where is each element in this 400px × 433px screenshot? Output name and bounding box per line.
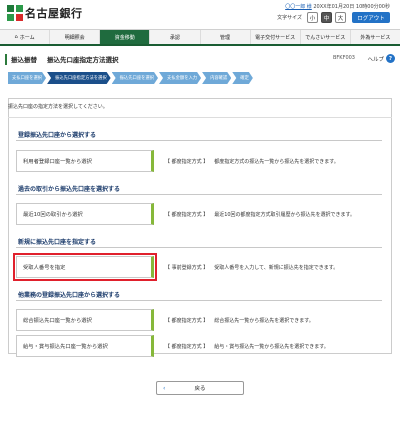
- font-size-medium-button[interactable]: 中: [321, 12, 332, 23]
- step-5: 内容確認: [202, 72, 231, 84]
- section-title-other-business: 他業務の登録振込先口座から選択する: [18, 292, 121, 299]
- font-size-large-button[interactable]: 大: [335, 12, 346, 23]
- page-title: 振込先口座指定方法選択: [47, 56, 119, 64]
- screen-id: BFKF003: [332, 55, 355, 61]
- nav-statements[interactable]: 明細照会: [50, 30, 101, 44]
- method-desc: 総合振込先一覧から振込先を選択できます。: [214, 318, 314, 324]
- bank-logo-icon: [7, 5, 23, 21]
- divider: [16, 140, 382, 141]
- divider: [16, 194, 382, 195]
- method-kind: 【 都度指定方式 】: [165, 212, 209, 218]
- choice-description: 【 事前登録方式 】 受取人番号を入力して、新規に振込先を指定できます。: [165, 264, 338, 271]
- method-kind: 【 都度指定方式 】: [165, 344, 209, 350]
- choose-salary-bonus-accounts-button[interactable]: 給与・賞与振込先口座一覧から選択: [16, 335, 154, 357]
- step-4: 支払金額を入力: [159, 72, 201, 84]
- nav-admin[interactable]: 管理: [201, 30, 251, 44]
- choice-description: 【 都度指定方式 】 最近10回の都度指定方式取引履歴から振込先を選択できます。: [165, 211, 355, 218]
- back-label: 戻る: [194, 386, 206, 392]
- font-size-small-button[interactable]: 小: [307, 12, 318, 23]
- nav-home[interactable]: ⌂ ホーム: [0, 30, 51, 44]
- section-title-past-transactions: 過去の取引から振込先口座を選択する: [18, 186, 121, 193]
- global-nav: ⌂ ホーム 明細照会 資金移動 承認 管理 電子交付サービス でんさいサービス …: [0, 29, 400, 46]
- method-kind: 【 事前登録方式 】: [165, 265, 209, 271]
- nav-densai[interactable]: でんさいサービス: [301, 30, 351, 44]
- choice-description: 【 都度指定方式 】 総合振込先一覧から振込先を選択できます。: [165, 317, 314, 324]
- step-3: 振込先口座を選択: [112, 72, 158, 84]
- step-1: 支払口座を選択: [8, 72, 46, 84]
- method-desc: 都度指定方式の振込先一覧から振込先を選択できます。: [214, 159, 339, 165]
- method-desc: 最近10回の都度指定方式取引履歴から振込先を選択できます。: [214, 212, 356, 218]
- progress-steps: 支払口座を選択 振込先口座指定方法を選択 振込先口座を選択 支払金額を入力 内容…: [8, 72, 254, 84]
- font-size-label: 文字サイズ: [277, 15, 302, 21]
- divider: [8, 117, 392, 118]
- help-icon: ?: [386, 54, 395, 63]
- divider: [16, 300, 382, 301]
- nav-densai-label: でんさいサービス: [305, 34, 346, 41]
- home-icon: ⌂: [14, 34, 18, 40]
- method-kind: 【 都度指定方式 】: [165, 159, 209, 165]
- method-desc: 給与・賞与振込先一覧から振込先を選択できます。: [214, 344, 329, 350]
- specify-recipient-number-button[interactable]: 受取人番号を指定: [13, 253, 157, 281]
- nav-admin-label: 管理: [220, 34, 231, 41]
- method-kind: 【 都度指定方式 】: [165, 318, 209, 324]
- choose-registered-accounts-button[interactable]: 利用者登録口座一覧から選択: [16, 150, 154, 172]
- header-tools: 文字サイズ 小 中 大 ログアウト: [277, 12, 390, 23]
- title-marker: [5, 53, 7, 65]
- back-button[interactable]: ‹ 戻る: [156, 381, 244, 395]
- bank-name: 名古屋銀行: [25, 7, 83, 20]
- chevron-left-icon: ‹: [163, 384, 166, 392]
- header: 名古屋銀行 〇〇一郎 様 20XX年01月20日 10時00分00秒 文字サイズ…: [0, 0, 400, 28]
- section-title-registered: 登録振込先口座から選択する: [18, 132, 97, 139]
- nav-approval-label: 承認: [169, 34, 180, 41]
- bank-logo: 名古屋銀行: [7, 5, 83, 21]
- intro-text: 振込先口座の指定方法を選択してください。: [8, 104, 108, 110]
- section-title-new: 新規に振込先口座を指定する: [18, 239, 97, 246]
- nav-forex[interactable]: 外為サービス: [351, 30, 400, 44]
- user-name[interactable]: 〇〇一郎 様: [285, 4, 312, 10]
- nav-home-label: ホーム: [19, 34, 35, 41]
- method-desc: 受取人番号を入力して、新規に振込先を指定できます。: [214, 265, 339, 271]
- help-label: ヘルプ: [367, 56, 384, 63]
- nav-approval[interactable]: 承認: [150, 30, 201, 44]
- nav-transfer[interactable]: 資金移動: [100, 30, 151, 44]
- nav-e-delivery-label: 電子交付サービス: [255, 34, 296, 41]
- last-login: 20XX年01月20日 10時00分00秒: [313, 4, 390, 10]
- logout-button[interactable]: ログアウト: [352, 12, 390, 23]
- nav-e-delivery[interactable]: 電子交付サービス: [251, 30, 301, 44]
- choice-description: 【 都度指定方式 】 都度指定方式の振込先一覧から振込先を選択できます。: [165, 158, 339, 165]
- step-6: 確定: [232, 72, 253, 84]
- step-2: 振込先口座指定方法を選択: [47, 72, 111, 84]
- choice-description: 【 都度指定方式 】 給与・賞与振込先一覧から振込先を選択できます。: [165, 343, 329, 350]
- choose-recent-10-button[interactable]: 最近10回の取引から選択: [16, 203, 154, 225]
- page-category: 振込振替: [11, 56, 37, 64]
- nav-transfer-label: 資金移動: [114, 34, 135, 41]
- divider: [16, 247, 382, 248]
- nav-statements-label: 明細照会: [64, 34, 85, 41]
- nav-forex-label: 外為サービス: [360, 34, 391, 41]
- page-title-bar: 振込振替 振込先口座指定方法選択 BFKF003 ヘルプ ?: [5, 51, 395, 67]
- user-info: 〇〇一郎 様 20XX年01月20日 10時00分00秒: [285, 3, 390, 10]
- help-link[interactable]: ヘルプ ?: [367, 54, 395, 63]
- choose-general-transfer-accounts-button[interactable]: 総合振込先口座一覧から選択: [16, 309, 154, 331]
